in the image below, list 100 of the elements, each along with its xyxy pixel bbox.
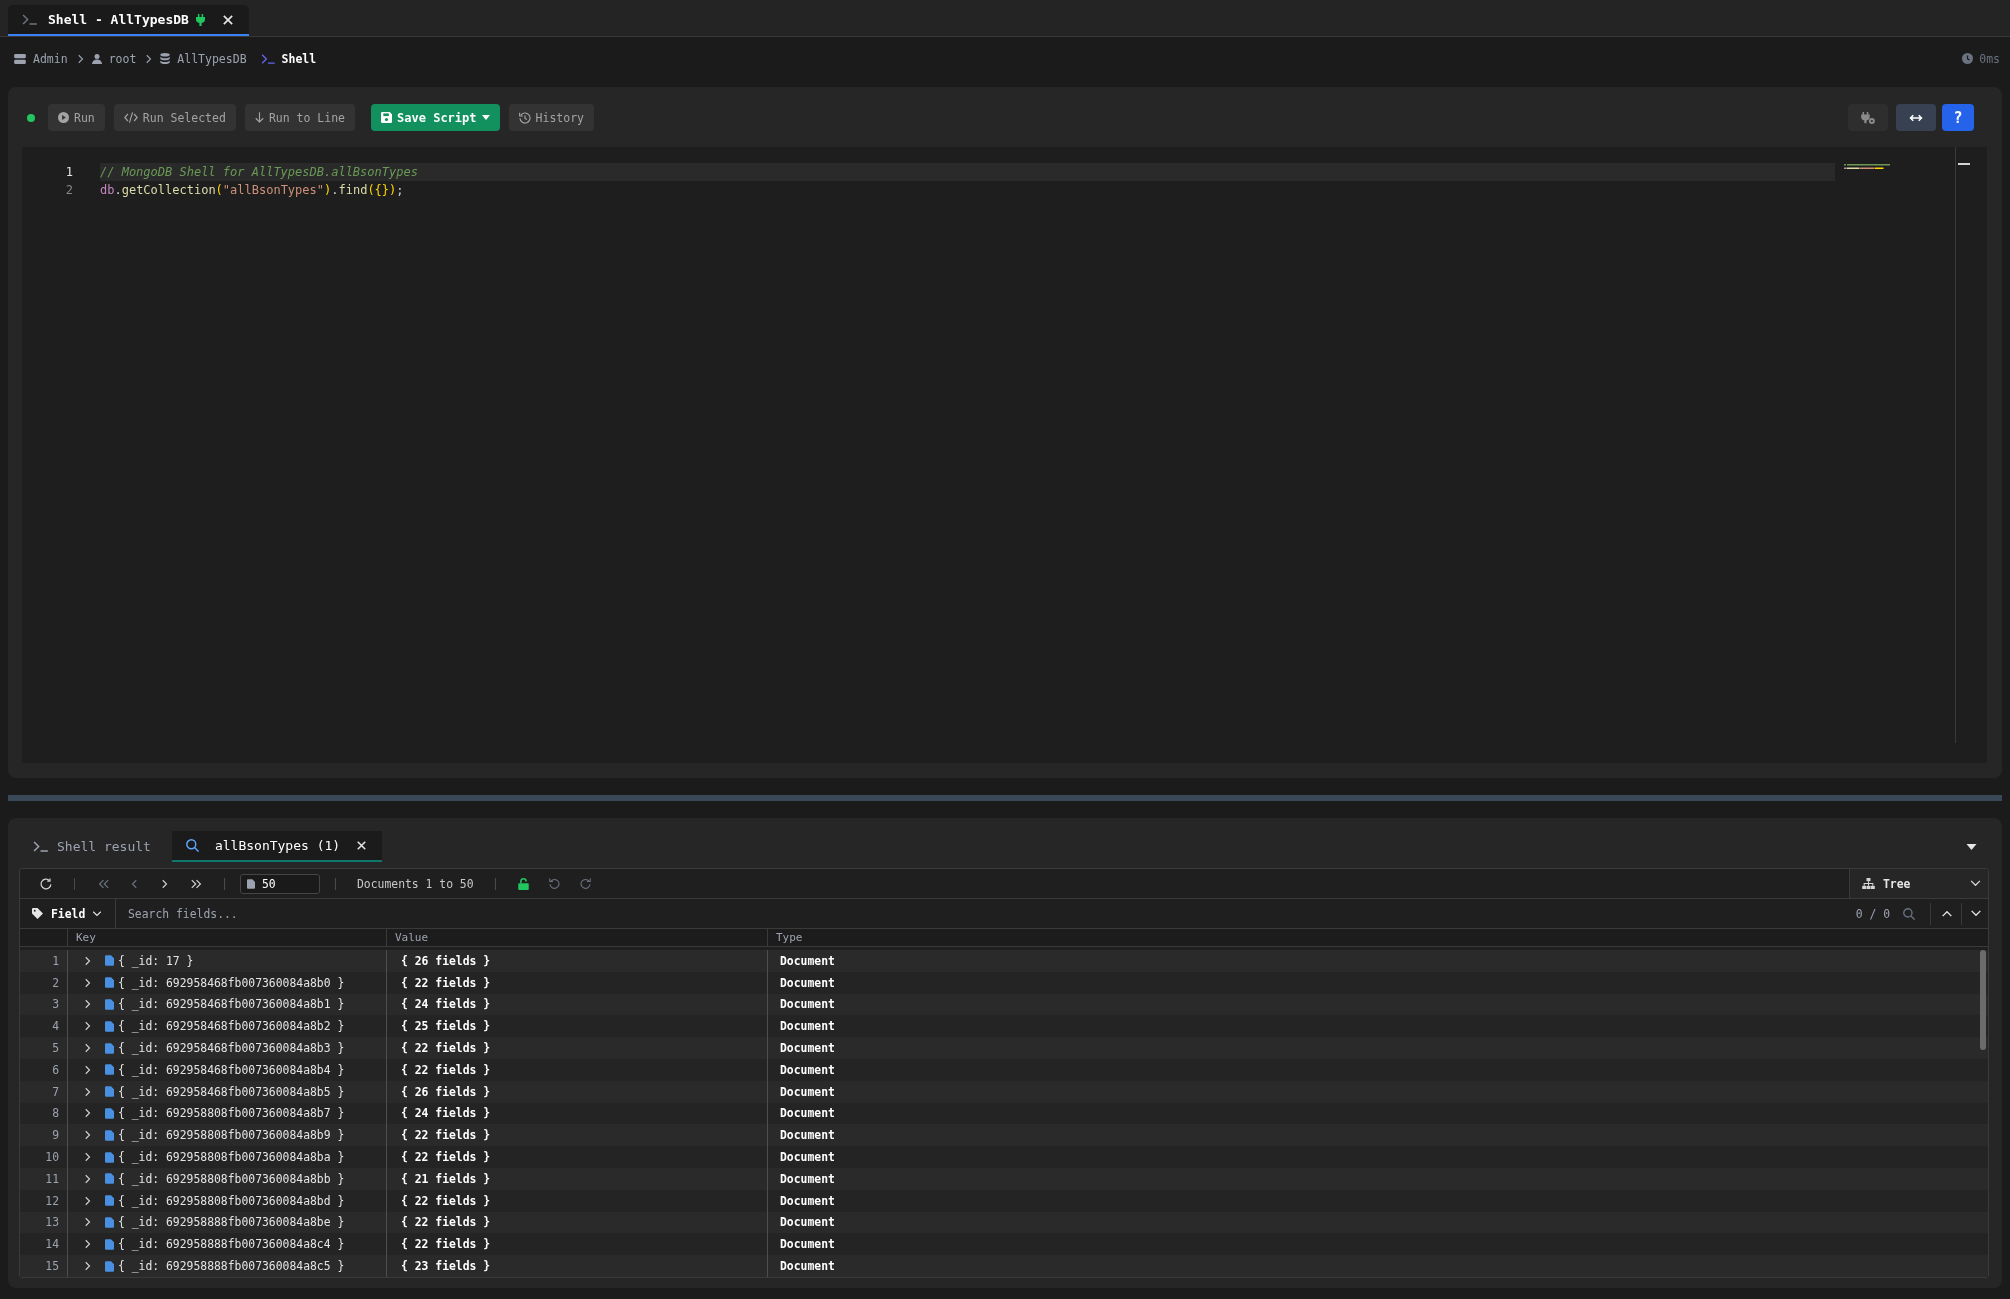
double-chevron-right-icon[interactable] [190, 878, 202, 889]
caret-down-icon[interactable] [1966, 843, 1977, 850]
chevron-right-icon[interactable] [85, 1064, 91, 1075]
toolbar-button[interactable]: Run to Line [244, 104, 356, 131]
table-row[interactable]: 6 { _id: 692958468fb007360084a8b4 } { 22 fields } Document [20, 1059, 1988, 1081]
chevron-right-icon[interactable] [85, 1173, 91, 1184]
chevron-right-icon[interactable] [162, 878, 168, 889]
breadcrumb-item[interactable]: Admin [33, 51, 68, 66]
line-number: 1 [64, 165, 73, 179]
value-type: Document [780, 975, 835, 990]
terminal-icon [33, 841, 48, 852]
close-icon[interactable] [222, 14, 233, 25]
connection-settings-button[interactable] [1848, 104, 1888, 131]
table-row[interactable]: 15 { _id: 692958888fb007360084a8c5 } { 23 fields } Document [20, 1255, 1988, 1277]
resize-handle[interactable] [8, 795, 2002, 801]
chevron-right-icon[interactable] [85, 1021, 91, 1032]
chevron-right-icon[interactable] [85, 1086, 91, 1097]
breadcrumb-item[interactable]: Shell [281, 51, 317, 66]
document-key: { _id: 692958468fb007360084a8b0 } [118, 975, 345, 990]
breadcrumb-item[interactable]: AllTypesDB [177, 51, 247, 66]
search-icon[interactable] [1903, 907, 1915, 920]
chevron-right-icon[interactable] [85, 1195, 91, 1206]
table-row[interactable]: 5 { _id: 692958468fb007360084a8b3 } { 22 fields } Document [20, 1037, 1988, 1059]
table-row[interactable]: 1 { _id: 17 } { 26 fields } Document [20, 950, 1988, 972]
document-key: { _id: 692958808fb007360084a8bb } [118, 1171, 345, 1186]
swap-button[interactable] [1896, 104, 1936, 131]
document-key: { _id: 692958468fb007360084a8b1 } [118, 997, 345, 1012]
scrollbar[interactable] [1980, 950, 1986, 1050]
document-icon [105, 955, 114, 967]
table-row[interactable]: 7 { _id: 692958468fb007360084a8b5 } { 26 fields } Document [20, 1080, 1988, 1103]
value-type: Document [780, 1019, 835, 1034]
view-mode-dropdown[interactable]: Tree [1849, 869, 1988, 898]
row-number: 11 [45, 1171, 59, 1186]
document-icon [105, 1216, 114, 1228]
table-row[interactable]: 8 { _id: 692958808fb007360084a8b7 } { 24 fields } Document [20, 1102, 1988, 1125]
undo-icon[interactable] [549, 878, 561, 889]
chevron-right-icon[interactable] [85, 1043, 91, 1054]
row-number: 6 [52, 1062, 59, 1077]
document-key: { _id: 692958888fb007360084a8c4 } [118, 1237, 345, 1252]
table-row[interactable]: 10 { _id: 692958808fb007360084a8ba } { 22 fields } Document [20, 1146, 1988, 1168]
table-row[interactable]: 13 { _id: 692958888fb007360084a8be } { 22 fields } Document [20, 1211, 1988, 1234]
value-type: Document [780, 1215, 835, 1230]
document-key: { _id: 17 } [118, 953, 194, 968]
table-row[interactable]: 3 { _id: 692958468fb007360084a8b1 } { 24 fields } Document [20, 993, 1988, 1016]
open-lock-icon[interactable] [518, 877, 530, 890]
search-field[interactable]: Search fields... [116, 899, 1848, 928]
arrow-down-icon [254, 112, 264, 123]
chevron-left-icon[interactable] [131, 878, 137, 889]
chevron-up-icon[interactable] [1941, 910, 1953, 917]
chevron-right-icon[interactable] [85, 999, 91, 1010]
field-count: { 24 fields } [401, 1106, 491, 1121]
double-chevron-left-icon[interactable] [97, 878, 109, 889]
toolbar-button[interactable]: Run Selected [113, 104, 236, 131]
table-row[interactable]: 12 { _id: 692958808fb007360084a8bd } { 22 fields } Document [20, 1189, 1988, 1212]
value-type: Document [780, 1128, 835, 1143]
editor-tab[interactable]: Shell - AllTypesDB [8, 5, 249, 36]
redo-icon[interactable] [580, 878, 592, 889]
user-icon [91, 53, 102, 64]
table-row[interactable]: 11 { _id: 692958808fb007360084a8bb } { 21 fields } Document [20, 1167, 1988, 1190]
document-icon [105, 1151, 114, 1163]
toolbar-button[interactable]: Run [48, 104, 105, 131]
field-count: { 22 fields } [401, 1128, 491, 1143]
help-button[interactable]: ? [1942, 104, 1974, 131]
chevron-right-icon[interactable] [85, 1261, 91, 1272]
chevron-right-icon[interactable] [85, 1239, 91, 1250]
result-tab[interactable]: allBsonTypes (1) [171, 831, 383, 862]
chevron-right-icon[interactable] [85, 955, 91, 966]
chevron-right-icon[interactable] [85, 977, 91, 988]
row-number: 12 [45, 1193, 59, 1208]
chevron-right-icon[interactable] [85, 1152, 91, 1163]
terminal-icon [260, 53, 275, 64]
refresh-icon[interactable] [40, 877, 52, 890]
table-row[interactable]: 4 { _id: 692958468fb007360084a8b2 } { 25 fields } Document [20, 1015, 1988, 1038]
table-row[interactable]: 14 { _id: 692958888fb007360084a8c4 } { 22 fields } Document [20, 1233, 1988, 1256]
save-script-button[interactable]: Save Script [371, 104, 500, 131]
page-size-field[interactable]: 50 [240, 873, 320, 894]
chevron-right-icon[interactable] [85, 1217, 91, 1228]
field-count: { 26 fields } [401, 953, 491, 968]
result-tab[interactable]: Shell result [25, 831, 165, 862]
chevron-right-icon [77, 53, 84, 64]
table-row[interactable]: 9 { _id: 692958808fb007360084a8b9 } { 22 fields } Document [20, 1124, 1988, 1147]
toolbar-button[interactable]: History [508, 104, 594, 131]
document-icon [105, 977, 114, 989]
chevron-right-icon[interactable] [85, 1130, 91, 1141]
field-dropdown[interactable]: Field [20, 899, 116, 928]
code-line: db.getCollection("allBsonTypes").find({}); [100, 182, 405, 199]
table-row[interactable]: 2 { _id: 692958468fb007360084a8b0 } { 22 fields } Document [20, 971, 1988, 994]
breadcrumb-item[interactable]: root [108, 51, 137, 66]
close-icon[interactable] [357, 841, 367, 850]
field-count: { 24 fields } [401, 997, 491, 1012]
field-count: { 21 fields } [401, 1171, 491, 1186]
document-key: { _id: 692958888fb007360084a8be } [118, 1215, 345, 1230]
document-range: Documents 1 to 50 [357, 876, 474, 891]
chevron-right-icon[interactable] [85, 1108, 91, 1119]
clock-icon [1962, 53, 1974, 64]
row-number: 14 [45, 1237, 59, 1252]
value-type: Document [780, 1193, 835, 1208]
chevron-down-icon[interactable] [1970, 910, 1982, 917]
value-type: Document [780, 1106, 835, 1121]
value-type: Document [780, 1062, 835, 1077]
